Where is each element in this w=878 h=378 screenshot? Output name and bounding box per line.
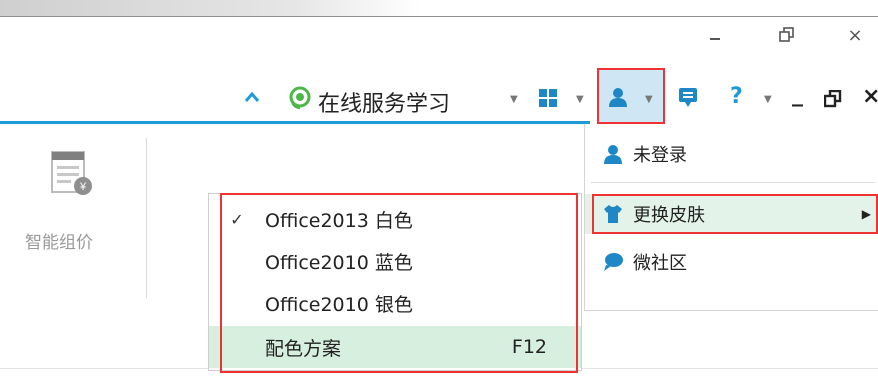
smart-pricing-label[interactable]: 智能组价 — [25, 228, 93, 253]
close-button[interactable]: × — [840, 20, 870, 50]
help-button[interactable]: ? — [730, 84, 743, 109]
menu-item-not-logged-in[interactable]: 未登录 — [585, 134, 878, 174]
grid-dropdown[interactable]: ▼ — [576, 94, 584, 105]
collapse-ribbon-button[interactable] — [241, 86, 263, 108]
online-service-label[interactable]: 在线服务学习 — [318, 86, 450, 118]
restore-button[interactable] — [772, 20, 802, 50]
message-icon[interactable] — [677, 86, 699, 108]
chat-bubble-icon — [604, 253, 623, 271]
account-dropdown[interactable]: ▼ — [645, 94, 653, 105]
panel-separator — [146, 138, 147, 298]
online-service-dropdown[interactable]: ▼ — [510, 94, 518, 105]
menu-item-label: 微社区 — [633, 253, 687, 274]
ribbon-accent-line — [0, 121, 590, 124]
skin-submenu-highlight — [220, 193, 578, 373]
user-icon — [609, 88, 627, 107]
minimize-button[interactable] — [700, 20, 730, 50]
change-skin-highlight — [592, 194, 878, 234]
price-sheet-icon[interactable]: ¥ — [50, 150, 92, 196]
menu-item-label: 未登录 — [633, 145, 687, 166]
chevron-up-icon — [244, 91, 260, 102]
minimize-icon — [710, 38, 720, 40]
window-top-border — [0, 16, 878, 17]
help-dropdown[interactable]: ▼ — [764, 94, 772, 105]
restore-icon[interactable] — [824, 90, 842, 108]
grid-icon[interactable] — [538, 88, 558, 108]
inner-close-button[interactable]: × — [862, 84, 878, 109]
svg-text:¥: ¥ — [79, 181, 87, 193]
user-icon — [604, 145, 622, 164]
inner-minimize-button[interactable]: _ — [792, 82, 803, 107]
menu-divider — [591, 182, 875, 183]
restore-icon — [779, 27, 794, 42]
online-service-icon[interactable] — [287, 85, 313, 111]
close-icon: × — [847, 24, 863, 46]
window-top-shadow — [0, 0, 420, 16]
menu-item-micro-community[interactable]: 微社区 — [585, 242, 878, 282]
